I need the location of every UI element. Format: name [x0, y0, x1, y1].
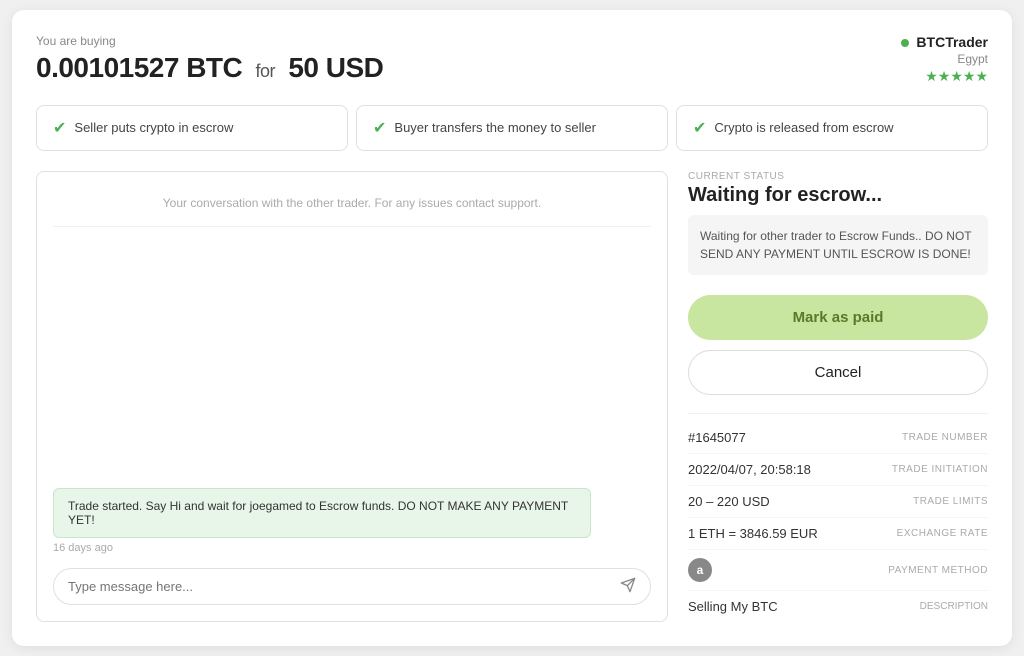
chat-time: 16 days ago	[53, 542, 651, 554]
payment-method-label: PAYMENT METHOD	[888, 565, 988, 576]
fiat-amount: 50 USD	[288, 52, 383, 83]
payment-method-row: a PAYMENT METHOD	[688, 550, 988, 591]
chat-input-row[interactable]	[53, 568, 651, 605]
description-label: DESCRIPTION	[920, 601, 988, 612]
step-2-label: Buyer transfers the money to seller	[394, 120, 596, 137]
mark-as-paid-button[interactable]: Mark as paid	[688, 295, 988, 340]
chat-bubble: Trade started. Say Hi and wait for joega…	[53, 488, 591, 538]
steps-row: ✔ Seller puts crypto in escrow ✔ Buyer t…	[36, 105, 988, 151]
header-left: You are buying 0.00101527 BTC for 50 USD	[36, 34, 383, 84]
trade-number-label: TRADE NUMBER	[902, 432, 988, 443]
exchange-rate-row: 1 ETH = 3846.59 EUR EXCHANGE RATE	[688, 518, 988, 550]
trade-initiation-value: 2022/04/07, 20:58:18	[688, 462, 811, 477]
header: You are buying 0.00101527 BTC for 50 USD…	[36, 34, 988, 85]
trade-number-row: #1645077 TRADE NUMBER	[688, 422, 988, 454]
trade-limits-value: 20 – 220 USD	[688, 494, 770, 509]
step-3-label: Crypto is released from escrow	[714, 120, 893, 137]
step-1: ✔ Seller puts crypto in escrow	[36, 105, 348, 151]
for-text: for	[256, 61, 276, 81]
send-icon[interactable]	[620, 577, 636, 596]
payment-method-avatar: a	[688, 558, 712, 582]
header-right: BTCTrader Egypt ★★★★★	[901, 34, 988, 85]
exchange-rate-value: 1 ETH = 3846.59 EUR	[688, 526, 818, 541]
main-container: You are buying 0.00101527 BTC for 50 USD…	[12, 10, 1012, 646]
step-2: ✔ Buyer transfers the money to seller	[356, 105, 668, 151]
list-item: Trade started. Say Hi and wait for joega…	[53, 488, 651, 554]
current-status-section: CURRENT STATUS Waiting for escrow... Wai…	[688, 171, 988, 279]
trade-limits-row: 20 – 220 USD TRADE LIMITS	[688, 486, 988, 518]
trader-stars: ★★★★★	[901, 68, 988, 85]
main-content: Your conversation with the other trader.…	[36, 171, 988, 622]
step-1-label: Seller puts crypto in escrow	[74, 120, 233, 137]
trade-initiation-row: 2022/04/07, 20:58:18 TRADE INITIATION	[688, 454, 988, 486]
trader-name: BTCTrader	[901, 34, 988, 50]
current-status-label: CURRENT STATUS	[688, 171, 988, 182]
trade-amount: 0.00101527 BTC for 50 USD	[36, 52, 383, 84]
trade-details: #1645077 TRADE NUMBER 2022/04/07, 20:58:…	[688, 413, 988, 622]
step-1-icon: ✔	[53, 118, 66, 138]
step-3: ✔ Crypto is released from escrow	[676, 105, 988, 151]
chat-input[interactable]	[68, 579, 612, 594]
buying-label: You are buying	[36, 34, 383, 48]
trade-initiation-label: TRADE INITIATION	[892, 464, 988, 475]
step-2-icon: ✔	[373, 118, 386, 138]
exchange-rate-label: EXCHANGE RATE	[897, 528, 988, 539]
conversation-hint: Your conversation with the other trader.…	[53, 188, 651, 227]
step-3-icon: ✔	[693, 118, 706, 138]
right-panel: CURRENT STATUS Waiting for escrow... Wai…	[688, 171, 988, 622]
trade-number-value: #1645077	[688, 430, 746, 445]
trader-online-dot	[901, 39, 909, 47]
description-value: Selling My BTC	[688, 599, 778, 614]
cancel-button[interactable]: Cancel	[688, 350, 988, 395]
status-title: Waiting for escrow...	[688, 184, 988, 207]
btc-amount: 0.00101527 BTC	[36, 52, 242, 83]
escrow-warning: Waiting for other trader to Escrow Funds…	[688, 215, 988, 275]
left-panel: Your conversation with the other trader.…	[36, 171, 668, 622]
trade-limits-label: TRADE LIMITS	[913, 496, 988, 507]
chat-messages: Trade started. Say Hi and wait for joega…	[53, 239, 651, 554]
trader-country: Egypt	[901, 52, 988, 66]
description-row: Selling My BTC DESCRIPTION	[688, 591, 988, 622]
